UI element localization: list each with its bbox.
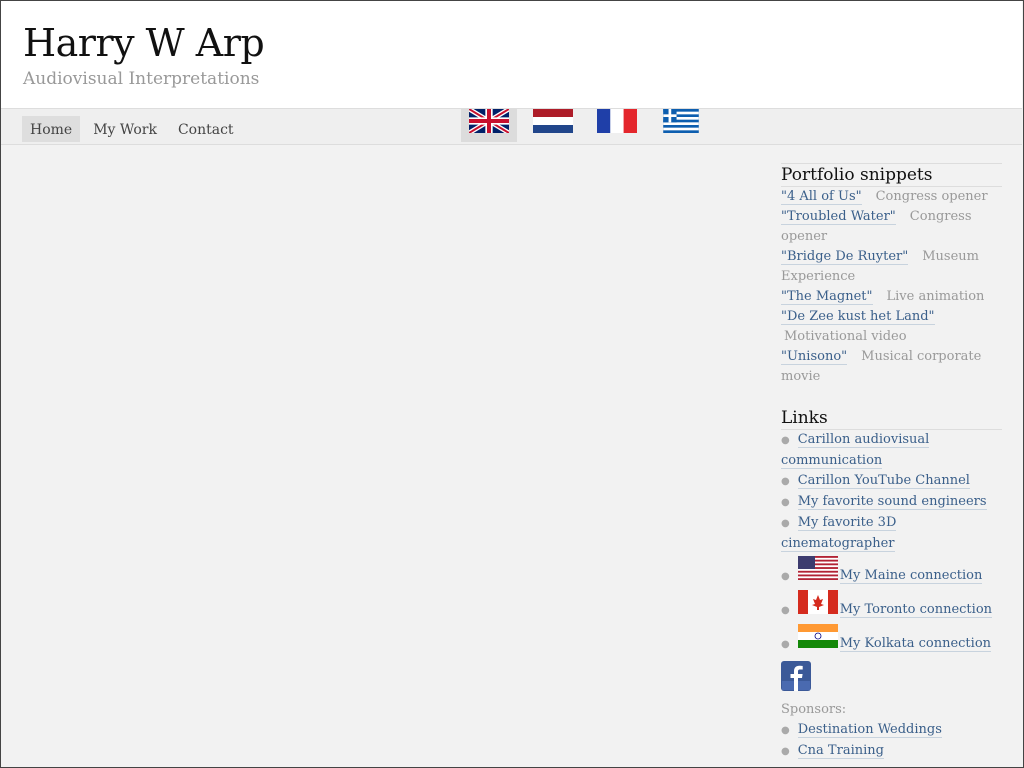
link-maine[interactable]: My Maine connection — [839, 568, 983, 584]
lang-english[interactable] — [461, 109, 517, 142]
lang-dutch[interactable] — [525, 109, 581, 142]
bullet-icon: ● — [781, 497, 790, 508]
nav-home[interactable]: Home — [22, 116, 81, 142]
snippet-link[interactable]: "De Zee kust het Land" — [781, 309, 935, 325]
navbar: Home My Work Contact — [1, 109, 1022, 145]
bullet-icon: ● — [781, 725, 790, 736]
nav-contact[interactable]: Contact — [170, 116, 242, 142]
greece-flag-icon — [663, 109, 699, 133]
main-nav: Home My Work Contact — [22, 116, 247, 142]
bullet-icon: ● — [781, 476, 790, 487]
portfolio-item: "The Magnet" Live animation — [781, 287, 1002, 307]
bullet-icon: ● — [781, 605, 790, 616]
lang-french[interactable] — [589, 109, 645, 142]
portfolio-item: "Troubled Water" Congress opener — [781, 207, 1002, 247]
link-3d-cinematographer[interactable]: My favorite 3D cinematographer — [781, 515, 897, 552]
portfolio-list: "4 All of Us" Congress opener "Troubled W… — [781, 187, 1002, 387]
lang-greek[interactable] — [653, 109, 709, 142]
portfolio-item: "Unisono" Musical corporate movie — [781, 347, 1002, 387]
netherlands-flag-icon — [533, 109, 573, 133]
uk-flag-icon — [469, 109, 509, 133]
snippet-link[interactable]: "Troubled Water" — [781, 209, 896, 225]
facebook-icon — [781, 661, 811, 691]
sponsor-cna-training[interactable]: Cna Training — [797, 743, 884, 759]
site-title[interactable]: Harry W Arp — [23, 21, 265, 65]
list-item: ● My favorite sound engineers — [781, 492, 1002, 513]
list-item: ● My Toronto connection — [781, 590, 1002, 621]
canada-flag-icon — [797, 590, 838, 621]
sponsors-label: Sponsors: — [781, 702, 847, 717]
portfolio-item: "4 All of Us" Congress opener — [781, 187, 1002, 207]
snippet-link[interactable]: "4 All of Us" — [781, 189, 862, 205]
link-carillon-youtube[interactable]: Carillon YouTube Channel — [797, 473, 970, 489]
site-tagline: Audiovisual Interpretations — [23, 69, 260, 89]
links-section: Links ● Carillon audiovisual communicatio… — [781, 407, 1002, 655]
snippet-desc: Congress opener — [875, 189, 988, 204]
portfolio-item: "De Zee kust het Land" Motivational video — [781, 307, 1002, 347]
facebook-link[interactable] — [781, 661, 1002, 698]
bullet-icon: ● — [781, 571, 790, 582]
list-item: ● Carillon YouTube Channel — [781, 471, 1002, 492]
list-item: ● Carillon audiovisual communication — [781, 430, 1002, 471]
sponsor-destination-weddings[interactable]: Destination Weddings — [797, 722, 942, 738]
nav-my-work[interactable]: My Work — [85, 116, 165, 142]
link-sound-engineers[interactable]: My favorite sound engineers — [797, 494, 987, 510]
list-item: ● My favorite 3D cinematographer — [781, 513, 1002, 554]
france-flag-icon — [597, 109, 637, 133]
snippet-link[interactable]: "Unisono" — [781, 349, 848, 365]
list-item: ● Destination Weddings — [781, 720, 1002, 741]
usa-flag-icon — [797, 556, 838, 587]
list-item: ● Cna Training — [781, 741, 1002, 762]
india-flag-icon — [797, 624, 838, 655]
bullet-icon: ● — [781, 518, 790, 529]
sidebar: Portfolio snippets "4 All of Us" Congress… — [781, 163, 1002, 762]
snippet-desc: Live animation — [886, 289, 985, 304]
portfolio-item: "Bridge De Ruyter" Museum Experience — [781, 247, 1002, 287]
link-toronto[interactable]: My Toronto connection — [839, 602, 993, 618]
list-item: ● My Kolkata connection — [781, 624, 1002, 655]
sponsors-list: ● Destination Weddings ● Cna Training — [781, 720, 1002, 762]
snippet-desc: Motivational video — [784, 329, 907, 344]
snippet-link[interactable]: "Bridge De Ruyter" — [781, 249, 909, 265]
site-header: Harry W Arp Audiovisual Interpretations — [1, 1, 1022, 109]
list-item: ● My Maine connection — [781, 556, 1002, 587]
bullet-icon: ● — [781, 639, 790, 650]
link-carillon-av[interactable]: Carillon audiovisual communication — [781, 432, 930, 469]
portfolio-heading: Portfolio snippets — [781, 163, 1002, 187]
snippet-link[interactable]: "The Magnet" — [781, 289, 873, 305]
link-kolkata[interactable]: My Kolkata connection — [839, 636, 992, 652]
language-flags — [461, 109, 717, 142]
links-heading: Links — [781, 407, 1002, 430]
bullet-icon: ● — [781, 435, 790, 446]
links-list: ● Carillon audiovisual communication ● Car… — [781, 430, 1002, 655]
bullet-icon: ● — [781, 746, 790, 757]
